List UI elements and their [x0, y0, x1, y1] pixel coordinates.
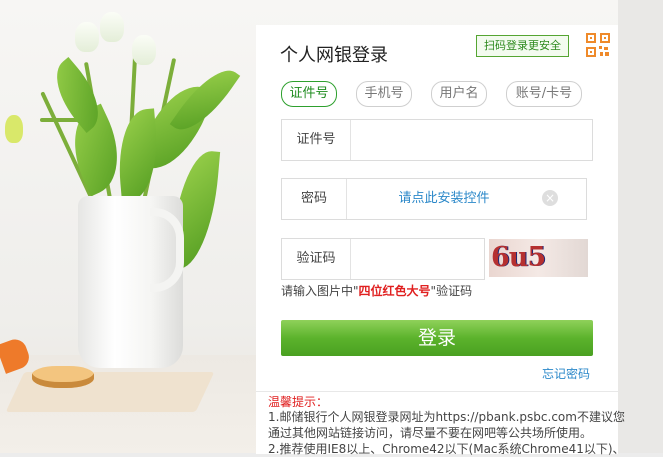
captcha-input[interactable]: [351, 239, 483, 279]
tip-line: 1.邮储银行个人网银登录网址为https://pbank.psbc.com不建议…: [268, 410, 625, 424]
tab-phone-number[interactable]: 手机号: [356, 81, 412, 107]
id-number-input[interactable]: [351, 120, 591, 160]
scan-login-button[interactable]: 扫码登录更安全: [476, 35, 569, 57]
bread-slice: [32, 366, 94, 388]
qr-code-icon[interactable]: [586, 33, 610, 57]
password-label: 密码: [282, 179, 347, 219]
tab-account-card[interactable]: 账号/卡号: [506, 81, 582, 107]
tab-id-number[interactable]: 证件号: [281, 81, 337, 107]
id-number-label: 证件号: [282, 120, 351, 160]
install-control-link[interactable]: 请点此安装控件: [347, 179, 541, 219]
captcha-image[interactable]: 6u5 dv5: [489, 239, 588, 277]
forgot-password-link[interactable]: 忘记密码: [542, 365, 590, 382]
captcha-field: 验证码: [281, 238, 485, 280]
password-field: 密码 请点此安装控件 ×: [281, 178, 587, 220]
tab-username[interactable]: 用户名: [431, 81, 487, 107]
captcha-code: 6u5 dv5: [491, 242, 546, 273]
captcha-label: 验证码: [282, 239, 351, 279]
page-title: 个人网银登录: [280, 45, 388, 66]
login-button[interactable]: 登录: [281, 320, 593, 356]
tip-line: 2.推荐使用IE8以上、Chrome42以下(Mac系统Chrome41以下)、: [268, 442, 625, 456]
clear-icon[interactable]: ×: [542, 190, 558, 206]
captcha-hint: 请输入图片中"四位红色大号"验证码: [281, 284, 473, 298]
id-number-field: 证件号: [281, 119, 593, 161]
tip-line: 通过其他网站链接访问，请尽量不要在网吧等公共场所使用。: [268, 426, 593, 440]
